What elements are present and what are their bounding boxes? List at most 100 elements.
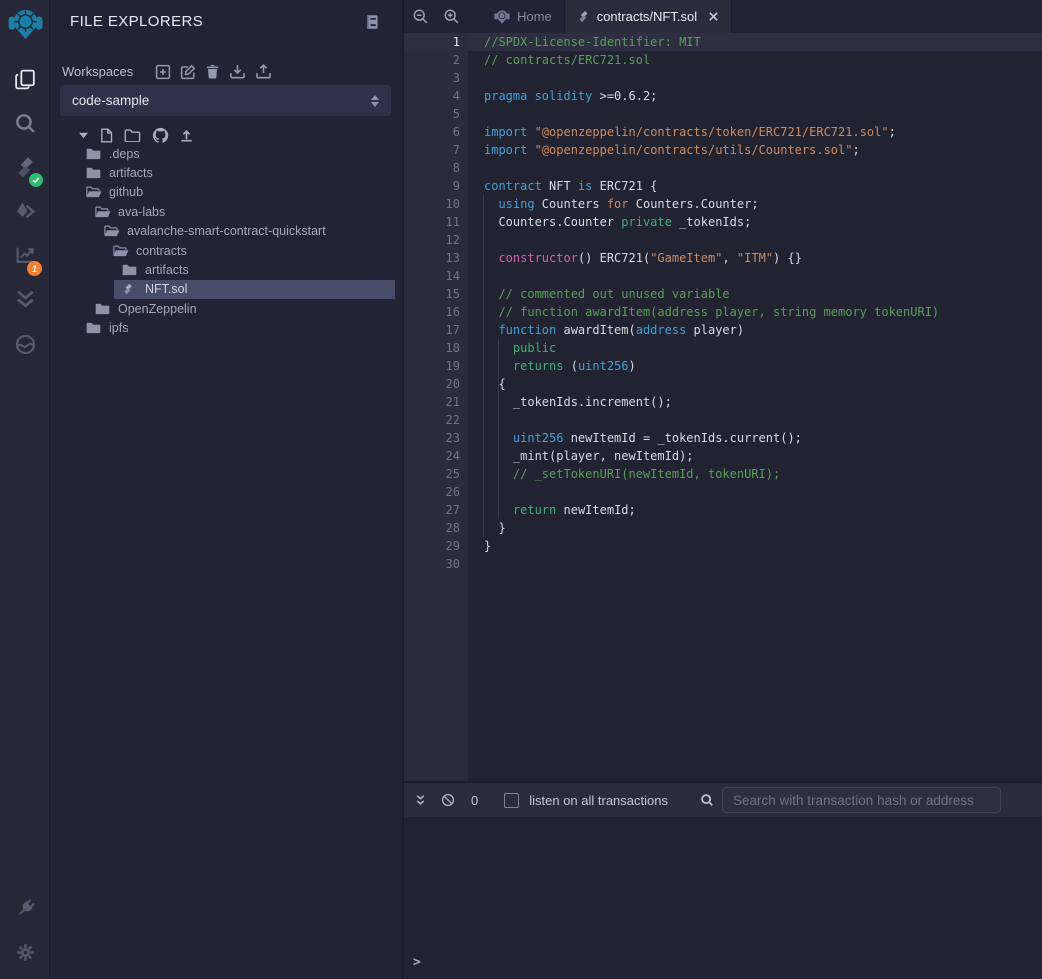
- workspace-selected-value: code-sample: [72, 93, 371, 108]
- code-line-6[interactable]: import "@openzeppelin/contracts/token/ER…: [468, 123, 1042, 141]
- folder-closed-icon: [95, 303, 112, 315]
- panel-title: FILE EXPLORERS: [70, 13, 203, 30]
- rename-workspace-icon[interactable]: [180, 64, 196, 80]
- deploy-run-icon: [13, 199, 38, 224]
- expand-terminal-icon[interactable]: [414, 794, 427, 807]
- code-line-13[interactable]: constructor() ERC721("GameItem", "ITM") …: [468, 249, 1042, 267]
- tree-item-github[interactable]: github: [78, 183, 395, 202]
- code-line-26[interactable]: [468, 483, 1042, 501]
- files-icon: [13, 67, 38, 92]
- tab-active-file[interactable]: contracts/NFT.sol: [564, 0, 732, 33]
- code-line-16[interactable]: // function awardItem(address player, st…: [468, 303, 1042, 321]
- line-number: 9: [404, 177, 460, 195]
- zoom-out-icon[interactable]: [412, 8, 429, 25]
- code-line-10[interactable]: using Counters for Counters.Counter;: [468, 195, 1042, 213]
- code-line-2[interactable]: // contracts/ERC721.sol: [468, 51, 1042, 69]
- tree-item-label: NFT.sol: [145, 282, 187, 296]
- file-explorer-tab[interactable]: [0, 61, 50, 97]
- static-analysis-tab[interactable]: 1: [0, 236, 50, 272]
- plug-icon: [13, 896, 38, 921]
- collapse-caret-icon[interactable]: [78, 131, 89, 140]
- remix-logo[interactable]: [0, 6, 50, 42]
- workspace-select[interactable]: code-sample: [60, 85, 391, 116]
- line-number: 7: [404, 141, 460, 159]
- code-line-24[interactable]: _mint(player, newItemId);: [468, 447, 1042, 465]
- line-number: 22: [404, 411, 460, 429]
- tree-item-avalanche-smart-contract-quickstart[interactable]: avalanche-smart-contract-quickstart: [96, 222, 395, 241]
- code-line-25[interactable]: // _setTokenURI(newItemId, tokenURI);: [468, 465, 1042, 483]
- folder-open-icon: [113, 245, 130, 257]
- line-number: 27: [404, 501, 460, 519]
- search-tab[interactable]: [0, 105, 50, 141]
- tree-item-artifacts[interactable]: artifacts: [114, 260, 395, 279]
- book-icon[interactable]: [364, 14, 380, 30]
- plugin-rail: 1: [0, 0, 50, 979]
- deploy-run-tab[interactable]: [0, 193, 50, 229]
- line-number: 25: [404, 465, 460, 483]
- code-line-29[interactable]: }: [468, 537, 1042, 555]
- zoom-in-icon[interactable]: [443, 8, 460, 25]
- solidity-compiler-tab[interactable]: [0, 149, 50, 185]
- tree-item-ipfs[interactable]: ipfs: [78, 319, 395, 338]
- github-icon[interactable]: [152, 127, 169, 144]
- code-line-15[interactable]: // commented out unused variable: [468, 285, 1042, 303]
- tree-item-label: ava-labs: [118, 205, 165, 219]
- clear-console-icon[interactable]: [441, 793, 455, 807]
- upload-workspace-icon[interactable]: [255, 63, 272, 80]
- plugin-manager-tab[interactable]: [0, 890, 50, 926]
- code-line-12[interactable]: [468, 231, 1042, 249]
- code-line-19[interactable]: returns (uint256): [468, 357, 1042, 375]
- code-line-5[interactable]: [468, 105, 1042, 123]
- unit-testing-tab[interactable]: [0, 280, 50, 316]
- line-number: 10: [404, 195, 460, 213]
- code-line-22[interactable]: [468, 411, 1042, 429]
- code-line-28[interactable]: }: [468, 519, 1042, 537]
- code-line-1[interactable]: //SPDX-License-Identifier: MIT: [468, 33, 1042, 51]
- code-line-21[interactable]: _tokenIds.increment();: [468, 393, 1042, 411]
- code-line-30[interactable]: [468, 555, 1042, 573]
- code-line-27[interactable]: return newItemId;: [468, 501, 1042, 519]
- line-number: 8: [404, 159, 460, 177]
- code-line-20[interactable]: {: [468, 375, 1042, 393]
- delete-workspace-icon[interactable]: [205, 64, 220, 79]
- settings-tab[interactable]: [0, 934, 50, 970]
- new-folder-icon[interactable]: [124, 129, 141, 142]
- analysis-count-badge: 1: [27, 261, 42, 276]
- code-line-18[interactable]: public: [468, 339, 1042, 357]
- create-workspace-icon[interactable]: [155, 64, 171, 80]
- folder-open-icon: [95, 206, 112, 218]
- code-line-3[interactable]: [468, 69, 1042, 87]
- code-line-17[interactable]: function awardItem(address player): [468, 321, 1042, 339]
- code-editor[interactable]: 1234567891011121314151617181920212223242…: [404, 33, 1042, 781]
- new-file-icon[interactable]: [100, 128, 113, 143]
- tab-close-icon[interactable]: [708, 11, 719, 22]
- tree-item-nft-sol[interactable]: NFT.sol: [114, 280, 395, 299]
- file-explorer-panel: FILE EXPLORERS Workspaces: [50, 0, 402, 979]
- code-line-8[interactable]: [468, 159, 1042, 177]
- code-line-11[interactable]: Counters.Counter private _tokenIds;: [468, 213, 1042, 231]
- tab-home[interactable]: Home: [482, 0, 564, 33]
- line-number: 5: [404, 105, 460, 123]
- tree-item-contracts[interactable]: contracts: [105, 241, 395, 260]
- terminal: 0 listen on all transactions >: [404, 781, 1042, 979]
- publish-upload-icon[interactable]: [180, 129, 193, 142]
- folder-closed-icon: [86, 167, 103, 179]
- code-line-7[interactable]: import "@openzeppelin/contracts/utils/Co…: [468, 141, 1042, 159]
- tree-item--deps[interactable]: .deps: [78, 144, 395, 163]
- tree-item-artifacts[interactable]: artifacts: [78, 163, 395, 182]
- code-line-14[interactable]: [468, 267, 1042, 285]
- tree-item-ava-labs[interactable]: ava-labs: [87, 202, 395, 221]
- code-area[interactable]: //SPDX-License-Identifier: MIT// contrac…: [468, 33, 1042, 781]
- code-line-9[interactable]: contract NFT is ERC721 {: [468, 177, 1042, 195]
- plugin-sphere-tab[interactable]: [0, 326, 50, 362]
- code-line-4[interactable]: pragma solidity >=0.6.2;: [468, 87, 1042, 105]
- sphere-icon: [13, 332, 38, 357]
- code-line-23[interactable]: uint256 newItemId = _tokenIds.current();: [468, 429, 1042, 447]
- listen-transactions-checkbox[interactable]: [504, 793, 519, 808]
- line-number: 15: [404, 285, 460, 303]
- tree-item-openzeppelin[interactable]: OpenZeppelin: [87, 299, 395, 318]
- line-number: 16: [404, 303, 460, 321]
- download-workspace-icon[interactable]: [229, 63, 246, 80]
- terminal-output[interactable]: >: [404, 817, 1042, 979]
- terminal-search-input[interactable]: [722, 787, 1001, 813]
